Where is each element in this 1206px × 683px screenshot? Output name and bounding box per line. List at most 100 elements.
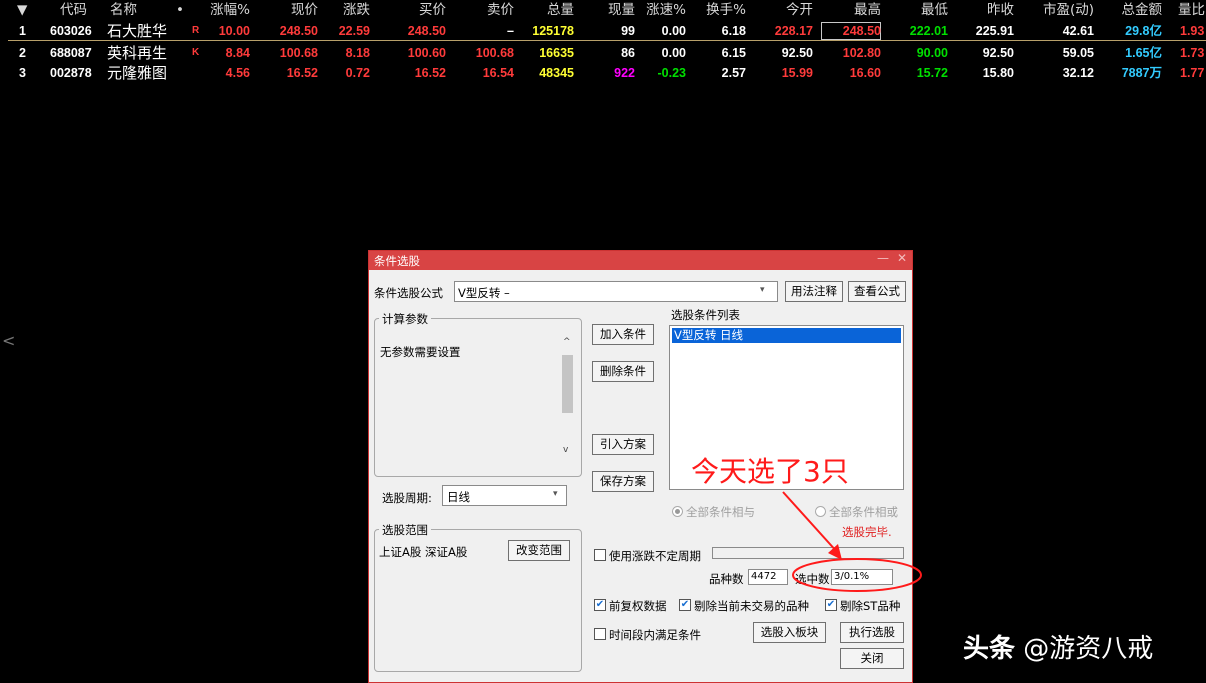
high: 248.50 — [842, 24, 881, 38]
selected-label: 选中数 — [795, 572, 830, 586]
to-block-button[interactable]: 选股入板块 — [753, 622, 826, 643]
change: 8.18 — [345, 46, 370, 60]
row-index: 3 — [19, 66, 26, 80]
volume: 48345 — [539, 66, 574, 80]
view-formula-button[interactable]: 查看公式 — [848, 281, 906, 302]
col-speed[interactable]: 涨速% — [640, 0, 686, 20]
period-label: 选股周期: — [382, 491, 432, 505]
exclude-untraded-checkbox[interactable]: ✔ — [679, 599, 691, 611]
vol-ratio: 1.73 — [1180, 46, 1205, 60]
open: 228.17 — [774, 24, 813, 38]
prev-close: 92.50 — [982, 46, 1014, 60]
price: 16.52 — [286, 66, 318, 80]
scroll-down-icon[interactable]: v — [563, 445, 568, 455]
exclude-st-label: 剔除ST品种 — [840, 599, 901, 613]
cur-vol: 922 — [614, 66, 635, 80]
table-row[interactable]: 3 002878 元隆雅图 4.56 16.52 0.72 16.52 16.5… — [0, 63, 1206, 83]
bid: 16.52 — [414, 66, 446, 80]
period-value: 日线 — [447, 490, 470, 504]
col-turnover[interactable]: 换手% — [698, 0, 746, 20]
col-change[interactable]: 涨跌 — [330, 0, 370, 20]
col-low[interactable]: 最低 — [910, 0, 948, 20]
row-index: 1 — [19, 24, 26, 38]
change: 0.72 — [345, 66, 370, 80]
turnover: 6.18 — [721, 24, 746, 38]
open: 15.99 — [781, 66, 813, 80]
col-price[interactable]: 现价 — [270, 0, 318, 20]
col-pe[interactable]: 市盈(动) — [1032, 0, 1094, 20]
minimize-icon[interactable]: — — [877, 251, 889, 265]
col-volume[interactable]: 总量 — [530, 0, 574, 20]
col-prev-close[interactable]: 昨收 — [976, 0, 1014, 20]
adj-checkbox[interactable]: ✔ — [594, 599, 606, 611]
close-button[interactable]: 关闭 — [840, 648, 904, 669]
watermark: 头条 @游资八戒 — [963, 628, 1153, 665]
table-row[interactable]: 1 603026 石大胜华 R 10.00 248.50 22.59 248.5… — [0, 21, 1206, 41]
pe: 42.61 — [1062, 24, 1094, 38]
col-code[interactable]: 代码 — [60, 0, 100, 20]
row-index: 2 — [19, 46, 26, 60]
params-legend: 计算参数 — [379, 311, 431, 327]
params-scrollbar[interactable]: ^ v — [559, 335, 576, 463]
radio-all-or[interactable] — [815, 506, 826, 517]
bid: 100.60 — [407, 46, 446, 60]
radio-all-and[interactable] — [672, 506, 683, 517]
col-amount[interactable]: 总金额 — [1112, 0, 1163, 20]
period-satisfy-checkbox[interactable] — [594, 628, 606, 640]
amount: 1.65亿 — [1125, 46, 1162, 60]
prev-close: 225.91 — [975, 24, 1014, 38]
stock-list-table: ▼ 代码 名称 • 涨幅% 现价 涨跌 买价 卖价 总量 现量 涨速% 换手% … — [0, 0, 1206, 90]
chevron-down-icon[interactable]: ▾ — [760, 285, 765, 295]
run-screen-button[interactable]: 执行选股 — [840, 622, 904, 643]
count-value: 4472 — [751, 571, 777, 582]
formula-select[interactable]: V型反转 – ▾ — [454, 281, 778, 302]
table-row[interactable]: 2 688087 英科再生 K 8.84 100.68 8.18 100.60 … — [0, 43, 1206, 63]
col-high[interactable]: 最高 — [843, 0, 881, 20]
scroll-up-icon[interactable]: ^ — [563, 337, 571, 347]
open: 92.50 — [781, 46, 813, 60]
range-legend: 选股范围 — [379, 522, 431, 538]
delete-condition-button[interactable]: 删除条件 — [592, 361, 654, 382]
radio-all-and-label: 全部条件相与 — [686, 505, 755, 519]
scroll-thumb[interactable] — [562, 355, 573, 413]
col-ask[interactable]: 卖价 — [470, 0, 514, 20]
column-menu-icon[interactable]: ▼ — [17, 0, 31, 20]
import-scheme-button[interactable]: 引入方案 — [592, 434, 654, 455]
col-vol-ratio[interactable]: 量比 — [1178, 0, 1206, 20]
ask: 16.54 — [482, 66, 514, 80]
add-condition-button[interactable]: 加入条件 — [592, 324, 654, 345]
change: 22.59 — [338, 24, 370, 38]
status-done-text: 选股完毕. — [842, 525, 892, 539]
pe: 32.12 — [1062, 66, 1094, 80]
usage-note-button[interactable]: 用法注释 — [785, 281, 843, 302]
col-cur-vol[interactable]: 现量 — [595, 0, 635, 20]
chevron-down-icon[interactable]: ▾ — [553, 489, 558, 499]
save-scheme-button[interactable]: 保存方案 — [592, 471, 654, 492]
change-pct: 4.56 — [225, 66, 250, 80]
col-name[interactable]: 名称 — [110, 0, 150, 20]
range-value: 上证A股 深证A股 — [379, 545, 468, 559]
count-label: 品种数 — [709, 572, 744, 586]
close-icon[interactable]: ✕ — [897, 251, 907, 265]
price: 100.68 — [279, 46, 318, 60]
row-divider — [8, 40, 1206, 41]
volume: 125178 — [532, 24, 574, 38]
cur-vol: 99 — [621, 24, 635, 38]
period-select[interactable]: 日线 ▾ — [442, 485, 567, 506]
watermark-brand: 头条 — [963, 634, 1016, 664]
ask: – — [507, 24, 514, 38]
col-open[interactable]: 今开 — [775, 0, 813, 20]
condition-list-item[interactable]: V型反转 日线 — [672, 328, 901, 343]
col-change-pct[interactable]: 涨幅% — [196, 0, 250, 20]
volume: 16635 — [539, 46, 574, 60]
vol-ratio: 1.77 — [1180, 66, 1205, 80]
chevron-left-icon[interactable]: < — [2, 331, 15, 350]
col-bid[interactable]: 买价 — [400, 0, 446, 20]
exclude-st-checkbox[interactable]: ✔ — [825, 599, 837, 611]
stock-name: 英科再生 — [107, 44, 168, 62]
speed: 0.00 — [661, 24, 686, 38]
dialog-titlebar[interactable]: 条件选股 — ✕ — [369, 251, 912, 270]
use-period-checkbox[interactable] — [594, 549, 606, 561]
selected-value: 3/0.1% — [834, 571, 870, 582]
change-range-button[interactable]: 改变范围 — [508, 540, 570, 561]
